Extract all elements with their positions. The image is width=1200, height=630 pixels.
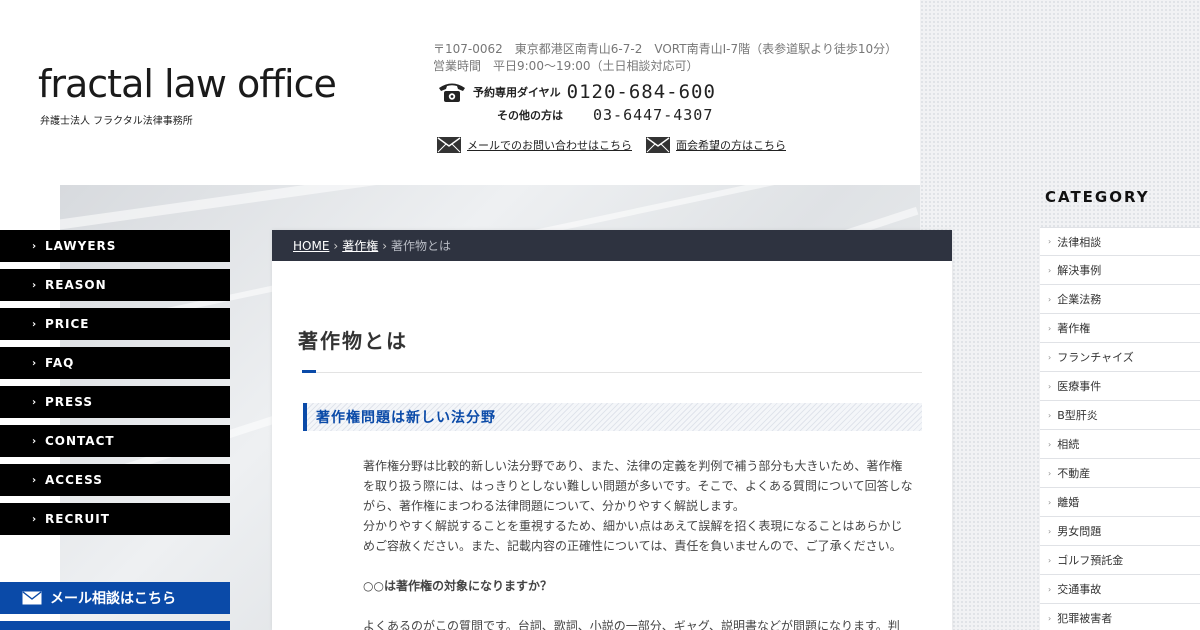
main-content: HOME › 著作権 › 著作物とは 著作物とは 著作権問題は新しい法分野 著作… <box>272 230 952 630</box>
page-title: 著作物とは <box>298 329 408 353</box>
mail-consultation-label: メール相談はこちら <box>50 591 176 607</box>
category-item[interactable]: › 不動産 <box>1040 459 1200 488</box>
category-item[interactable]: › 相続 <box>1040 430 1200 459</box>
breadcrumb-separator: › <box>382 238 388 253</box>
office-address: 〒107-0062 東京都港区南青山6-7-2 VORT南青山Ⅰ-7階（表参道駅… <box>433 41 897 75</box>
business-hours: 営業時間 平日9:00～19:00（土日相談対応可） <box>433 59 699 73</box>
chevron-right-icon: › <box>32 396 38 408</box>
chevron-right-icon: › <box>1048 584 1052 594</box>
mail-inquiry-link[interactable]: メールでのお問い合わせはこちら <box>437 137 632 153</box>
nav-item-access[interactable]: › ACCESS <box>0 464 230 496</box>
chevron-right-icon: › <box>1048 381 1052 391</box>
article-paragraph: 分かりやすく解説することを重視するため、細かい点はあえて誤解を招く表現になること… <box>363 519 903 553</box>
faq-question: ○○は著作権の対象になりますか？ <box>363 579 552 593</box>
chevron-right-icon: › <box>1048 613 1052 623</box>
chevron-right-icon: › <box>1048 468 1052 478</box>
other-phone-number[interactable]: 03-6447-4307 <box>593 106 713 124</box>
address-line: 〒107-0062 東京都港区南青山6-7-2 VORT南青山Ⅰ-7階（表参道駅… <box>433 42 898 56</box>
chevron-right-icon: › <box>1048 497 1052 507</box>
chevron-right-icon: › <box>1048 294 1052 304</box>
nav-item-price[interactable]: › PRICE <box>0 308 230 340</box>
meeting-request-link[interactable]: 面会希望の方はこちら <box>646 137 786 153</box>
nav-item-press[interactable]: › PRESS <box>0 386 230 418</box>
chevron-right-icon: › <box>32 318 38 330</box>
mail-consultation-button[interactable]: メール相談はこちら <box>0 582 230 614</box>
chevron-right-icon: › <box>1048 237 1052 246</box>
category-item[interactable]: › フランチャイズ <box>1040 343 1200 372</box>
chevron-right-icon: › <box>1048 526 1052 536</box>
article-paragraph: 著作権分野は比較的新しい法分野であり、また、法律の定義を判例で補う部分も大きいた… <box>363 459 913 513</box>
chevron-right-icon: › <box>1048 439 1052 449</box>
reservation-phone[interactable]: 予約専用ダイヤル 0120-684-600 <box>437 81 716 103</box>
category-item[interactable]: › 企業法務 <box>1040 285 1200 314</box>
reservation-phone-label: 予約専用ダイヤル <box>473 86 561 99</box>
site-header: fractal law office 弁護士法人 フラクタル法律事務所 〒107… <box>0 0 920 185</box>
site-logo[interactable]: fractal law office <box>38 62 337 106</box>
nav-item-recruit[interactable]: › RECRUIT <box>0 503 230 535</box>
breadcrumb-home[interactable]: HOME <box>293 239 329 253</box>
envelope-icon <box>437 137 461 153</box>
category-heading: CATEGORY <box>1045 188 1150 206</box>
nav-item-contact[interactable]: › CONTACT <box>0 425 230 457</box>
secondary-cta-button[interactable] <box>0 621 230 630</box>
left-navigation: › LAWYERS › REASON › PRICE › FAQ › PRESS › CON… <box>0 230 230 542</box>
category-item[interactable]: › ゴルフ預託金 <box>1040 546 1200 575</box>
category-item[interactable]: › 法律相談 <box>1040 227 1200 256</box>
breadcrumb-current: 著作物とは <box>391 239 452 253</box>
chevron-right-icon: › <box>32 435 38 447</box>
section-heading: 著作権問題は新しい法分野 <box>303 403 922 431</box>
category-item[interactable]: › 著作権 <box>1040 314 1200 343</box>
chevron-right-icon: › <box>1048 323 1052 333</box>
faq-answer: よくあるのがこの質問です。台詞、歌詞、小説の一部分、ギャグ、説明書などが問題にな… <box>363 619 900 630</box>
site-logo-subtitle: 弁護士法人 フラクタル法律事務所 <box>40 116 193 127</box>
envelope-icon <box>646 137 670 153</box>
category-list: › 法律相談 › 解決事例 › 企業法務 › 著作権 › フランチャイズ › 医療事件 › B… <box>1040 227 1200 630</box>
chevron-right-icon: › <box>32 513 38 525</box>
other-phone-label: その他の方は <box>497 109 563 122</box>
telephone-icon <box>439 83 465 102</box>
chevron-right-icon: › <box>1048 410 1052 420</box>
category-item[interactable]: › B型肝炎 <box>1040 401 1200 430</box>
category-item[interactable]: › 医療事件 <box>1040 372 1200 401</box>
chevron-right-icon: › <box>32 279 38 291</box>
mail-inquiry-label: メールでのお問い合わせはこちら <box>467 139 632 152</box>
chevron-right-icon: › <box>1048 265 1052 275</box>
title-divider <box>302 372 922 373</box>
reservation-phone-number[interactable]: 0120-684-600 <box>567 81 716 103</box>
category-item[interactable]: › 離婚 <box>1040 488 1200 517</box>
category-item[interactable]: › 解決事例 <box>1040 256 1200 285</box>
meeting-request-label: 面会希望の方はこちら <box>676 139 786 152</box>
other-phone[interactable]: その他の方は 03-6447-4307 <box>497 106 713 124</box>
category-item[interactable]: › 交通事故 <box>1040 575 1200 604</box>
breadcrumb-separator: › <box>333 238 339 253</box>
breadcrumb: HOME › 著作権 › 著作物とは <box>272 230 952 261</box>
chevron-right-icon: › <box>32 357 38 369</box>
chevron-right-icon: › <box>32 474 38 486</box>
nav-item-faq[interactable]: › FAQ <box>0 347 230 379</box>
article-body: 著作権分野は比較的新しい法分野であり、また、法律の定義を判例で補う部分も大きいた… <box>363 456 913 630</box>
category-item[interactable]: › 犯罪被害者 <box>1040 604 1200 630</box>
title-accent-bar <box>302 370 316 373</box>
breadcrumb-parent[interactable]: 著作権 <box>342 237 378 254</box>
header-contact-links: メールでのお問い合わせはこちら 面会希望の方はこちら <box>437 137 800 153</box>
nav-item-reason[interactable]: › REASON <box>0 269 230 301</box>
chevron-right-icon: › <box>1048 352 1052 362</box>
nav-item-lawyers[interactable]: › LAWYERS <box>0 230 230 262</box>
chevron-right-icon: › <box>32 240 38 252</box>
envelope-icon <box>22 591 42 605</box>
chevron-right-icon: › <box>1048 555 1052 565</box>
category-item[interactable]: › 男女問題 <box>1040 517 1200 546</box>
